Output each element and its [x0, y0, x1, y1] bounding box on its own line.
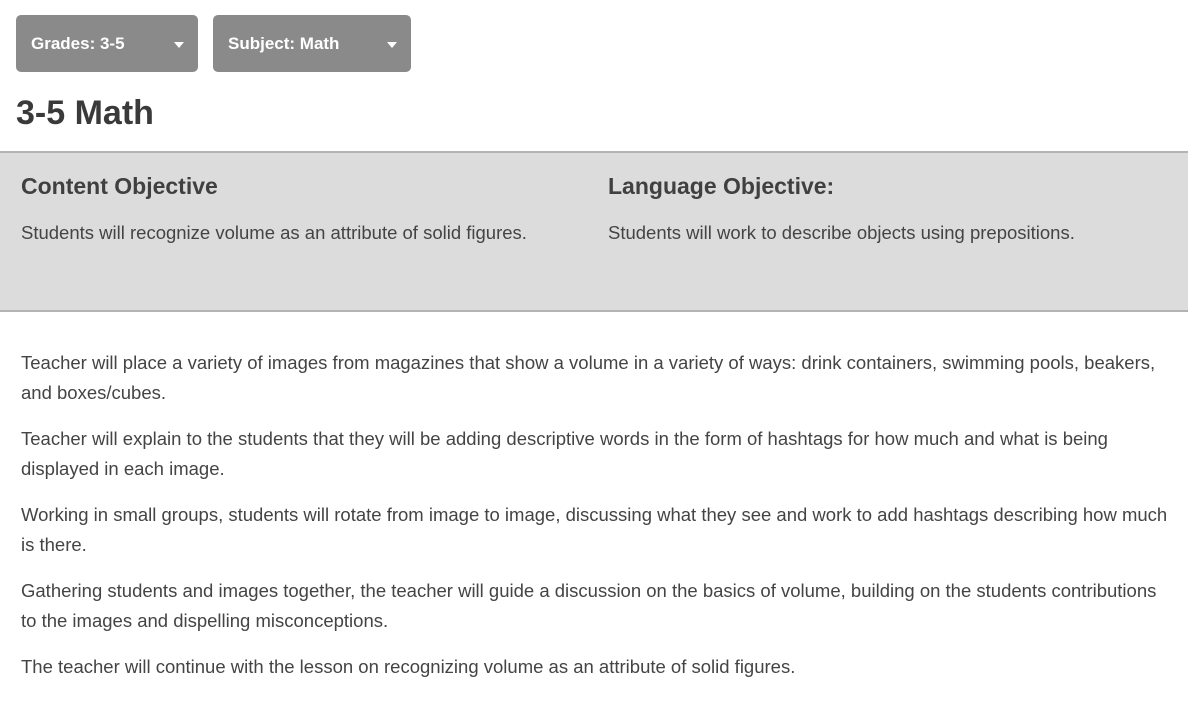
content-objective-text: Students will recognize volume as an att… — [21, 222, 527, 243]
language-objective: Language Objective: Students will work t… — [608, 171, 1168, 248]
subject-filter-label: Subject: Math — [228, 33, 340, 53]
language-objective-heading: Language Objective: — [608, 173, 835, 199]
content-objective-heading: Content Objective — [21, 173, 218, 199]
objectives-panel: Content Objective Students will recogniz… — [0, 151, 1188, 312]
filter-bar: Grades: 3-5 Subject: Math — [16, 15, 411, 72]
grades-filter-dropdown[interactable]: Grades: 3-5 — [16, 15, 198, 72]
content-objective: Content Objective Students will recogniz… — [21, 171, 561, 248]
lesson-step: The teacher will continue with the lesso… — [21, 656, 796, 677]
subject-filter-dropdown[interactable]: Subject: Math — [213, 15, 411, 72]
lesson-step: Working in small groups, students will r… — [21, 504, 1168, 555]
caret-down-icon — [174, 42, 184, 48]
grades-filter-label: Grades: 3-5 — [31, 33, 125, 53]
lesson-step: Teacher will place a variety of images f… — [21, 352, 1156, 403]
page-title: 3-5 Math — [16, 94, 154, 132]
lesson-step: Gathering students and images together, … — [21, 580, 1157, 631]
lesson-steps: Teacher will place a variety of images f… — [21, 348, 1171, 698]
caret-down-icon — [387, 42, 397, 48]
lesson-step: Teacher will explain to the students tha… — [21, 428, 1108, 479]
language-objective-text: Students will work to describe objects u… — [608, 222, 1075, 243]
